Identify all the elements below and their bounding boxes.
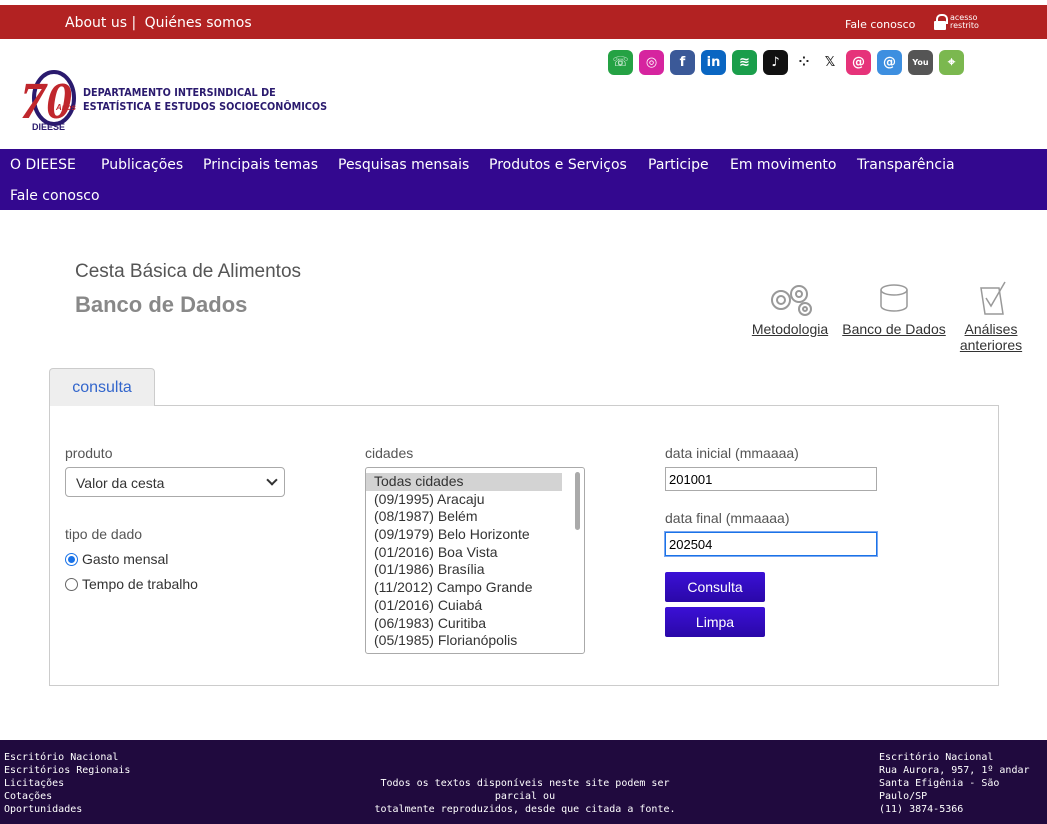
youtube-icon[interactable]: You	[908, 50, 933, 75]
tab-consulta[interactable]: consulta	[49, 368, 155, 406]
cidade-option-selected[interactable]: Todas cidades	[366, 473, 562, 491]
chevron-down-icon	[266, 474, 278, 486]
top-bar: About us | Quiénes somos Fale conosco ac…	[0, 5, 1047, 39]
logo-brand: DIEESE	[32, 122, 65, 132]
nav-item-participe[interactable]: Participe	[648, 157, 709, 173]
maps-icon[interactable]: ⌖	[939, 50, 964, 75]
produto-label: produto	[65, 445, 113, 461]
cidade-option[interactable]: (11/2012) Campo Grande	[366, 579, 584, 597]
cidade-option[interactable]: (01/1986) Brasília	[366, 561, 584, 579]
metodologia-link[interactable]: Metodologia	[751, 280, 829, 337]
footer-notice-line1: Todos os textos disponíveis neste site p…	[380, 778, 670, 802]
data-inicial-input[interactable]: 201001	[665, 467, 877, 491]
consulta-button[interactable]: Consulta	[665, 572, 765, 602]
cidade-option[interactable]: (09/1979) Belo Horizonte	[366, 526, 584, 544]
org-line2: ESTATÍSTICA E ESTUDOS SOCIOECONÔMICOS	[83, 100, 328, 113]
cidade-option[interactable]: (01/2016) Cuiabá	[366, 597, 584, 615]
limpa-button[interactable]: Limpa	[665, 607, 765, 637]
logo-anos: Anos	[55, 103, 77, 112]
cidade-option[interactable]: (08/1987) Belém	[366, 508, 584, 526]
analises-anteriores-link[interactable]: Análises anteriores	[958, 280, 1024, 353]
metodologia-label: Metodologia	[751, 321, 829, 337]
lock-icon	[933, 14, 948, 30]
fale-conosco-link[interactable]: Fale conosco	[845, 18, 915, 31]
nav-item-em-movimento[interactable]: Em movimento	[730, 157, 837, 173]
radio-tempo-de-trabalho-label: Tempo de trabalho	[82, 576, 198, 592]
radio-gasto-mensal[interactable]: Gasto mensal	[65, 551, 168, 567]
cidades-options: Todas cidades (09/1995) Aracaju (08/1987) …	[366, 473, 584, 653]
gears-icon	[771, 285, 812, 316]
footer-link[interactable]: Oportunidades	[4, 803, 130, 816]
banco-de-dados-label: Banco de Dados	[842, 321, 946, 337]
acesso-restrito-label: acesso restrito	[950, 14, 979, 30]
footer-link[interactable]: Escritório Nacional	[4, 751, 130, 764]
whatsapp-icon[interactable]: ☏	[608, 50, 633, 75]
acesso-restrito-link[interactable]: acesso restrito	[933, 14, 979, 30]
nav-item-pesquisas-mensais[interactable]: Pesquisas mensais	[338, 157, 469, 173]
nav-item-produtos-servicos[interactable]: Produtos e Serviços	[489, 157, 627, 173]
tiktok-icon[interactable]: ♪	[763, 50, 788, 75]
checklist-icon	[980, 281, 1006, 315]
radio-gasto-mensal-label: Gasto mensal	[82, 551, 169, 567]
banco-de-dados-link[interactable]: Banco de Dados	[842, 280, 946, 337]
nav-item-o-dieese[interactable]: O DIEESE	[10, 157, 76, 173]
data-final-input[interactable]: 202504	[665, 532, 877, 556]
page-subtitle: Banco de Dados	[75, 292, 248, 317]
org-name: DEPARTAMENTO INTERSINDICAL DE ESTATÍSTIC…	[83, 86, 327, 114]
acesso-line2: restrito	[950, 21, 979, 30]
nav-item-transparencia[interactable]: Transparência	[857, 157, 955, 173]
org-line1: DEPARTAMENTO INTERSINDICAL DE	[83, 86, 276, 99]
cidade-option[interactable]: (09/1995) Aracaju	[366, 491, 584, 509]
footer-address-line: Santa Efigênia - São Paulo/SP	[879, 778, 1000, 802]
cidade-option[interactable]: (06/1983) Curitiba	[366, 615, 584, 633]
produto-select[interactable]: Valor da cesta	[65, 467, 285, 497]
instagram-icon[interactable]: ◎	[639, 50, 664, 75]
quienes-somos-link[interactable]: Quiénes somos	[145, 15, 252, 31]
footer-notice-line2: totalmente reproduzidos, desde que citad…	[374, 804, 676, 815]
footer-notice: Todos os textos disponíveis neste site p…	[360, 777, 690, 816]
facebook-icon[interactable]: f	[670, 50, 695, 75]
footer-link[interactable]: Cotações	[4, 790, 130, 803]
tipo-de-dado-label: tipo de dado	[65, 526, 143, 542]
footer-address-line: Escritório Nacional	[879, 752, 994, 763]
footer-address-line: Rua Aurora, 957, 1º andar	[879, 765, 1030, 776]
listbox-scrollbar[interactable]	[575, 472, 580, 530]
spotify-icon[interactable]: ≋	[732, 50, 757, 75]
footer-address: Escritório Nacional Rua Aurora, 957, 1º a…	[879, 751, 1047, 816]
footer-links: Escritório Nacional Escritórios Regionais…	[4, 751, 130, 816]
social-icons: ☏ ◎ f in ≋ ♪ ⁘ 𝕏 @ @ You ⌖	[608, 50, 964, 75]
linkedin-icon[interactable]: in	[701, 50, 726, 75]
data-final-label: data final (mmaaaa)	[665, 510, 790, 526]
radio-tempo-de-trabalho[interactable]: Tempo de trabalho	[65, 576, 198, 592]
database-icon	[880, 284, 908, 312]
cidade-option[interactable]: (01/2016) Boa Vista	[366, 544, 584, 562]
dieese-logo[interactable]: 70 Anos DIEESE	[20, 68, 80, 134]
about-us-link[interactable]: About us	[65, 15, 127, 31]
analises-label-1: Análises	[964, 321, 1018, 337]
radio-unchecked-icon[interactable]	[65, 577, 78, 591]
separator: |	[131, 15, 137, 31]
nav-item-publicacoes[interactable]: Publicações	[101, 157, 183, 173]
data-inicial-label: data inicial (mmaaaa)	[665, 445, 799, 461]
footer-link[interactable]: Licitações	[4, 777, 130, 790]
cidades-listbox[interactable]: Todas cidades (09/1995) Aracaju (08/1987) …	[365, 467, 585, 654]
cidades-label: cidades	[365, 445, 414, 461]
footer-link[interactable]: Escritórios Regionais	[4, 764, 130, 777]
threads-icon[interactable]: @	[846, 50, 871, 75]
main-nav: O DIEESE Publicações Principais temas Pe…	[0, 149, 1047, 210]
radio-checked-icon[interactable]	[65, 552, 78, 566]
top-links: About us | Quiénes somos	[65, 15, 252, 31]
nav-item-principais-temas[interactable]: Principais temas	[203, 157, 318, 173]
page-title: Cesta Básica de Alimentos	[75, 261, 302, 282]
x-icon[interactable]: 𝕏	[820, 50, 840, 75]
produto-select-value: Valor da cesta	[76, 475, 165, 491]
nav-item-fale-conosco[interactable]: Fale conosco	[10, 188, 100, 204]
podcasts-icon[interactable]: ⁘	[794, 50, 814, 75]
cidade-option[interactable]: (05/1985) Florianópolis	[366, 632, 584, 650]
cidade-option[interactable]: (02/1983) Fortaleza	[366, 650, 584, 653]
analises-label-2: anteriores	[959, 337, 1023, 353]
footer-address-line: (11) 3874-5366	[879, 804, 964, 815]
email-icon[interactable]: @	[877, 50, 902, 75]
footer: Escritório Nacional Escritórios Regionais…	[0, 740, 1047, 824]
